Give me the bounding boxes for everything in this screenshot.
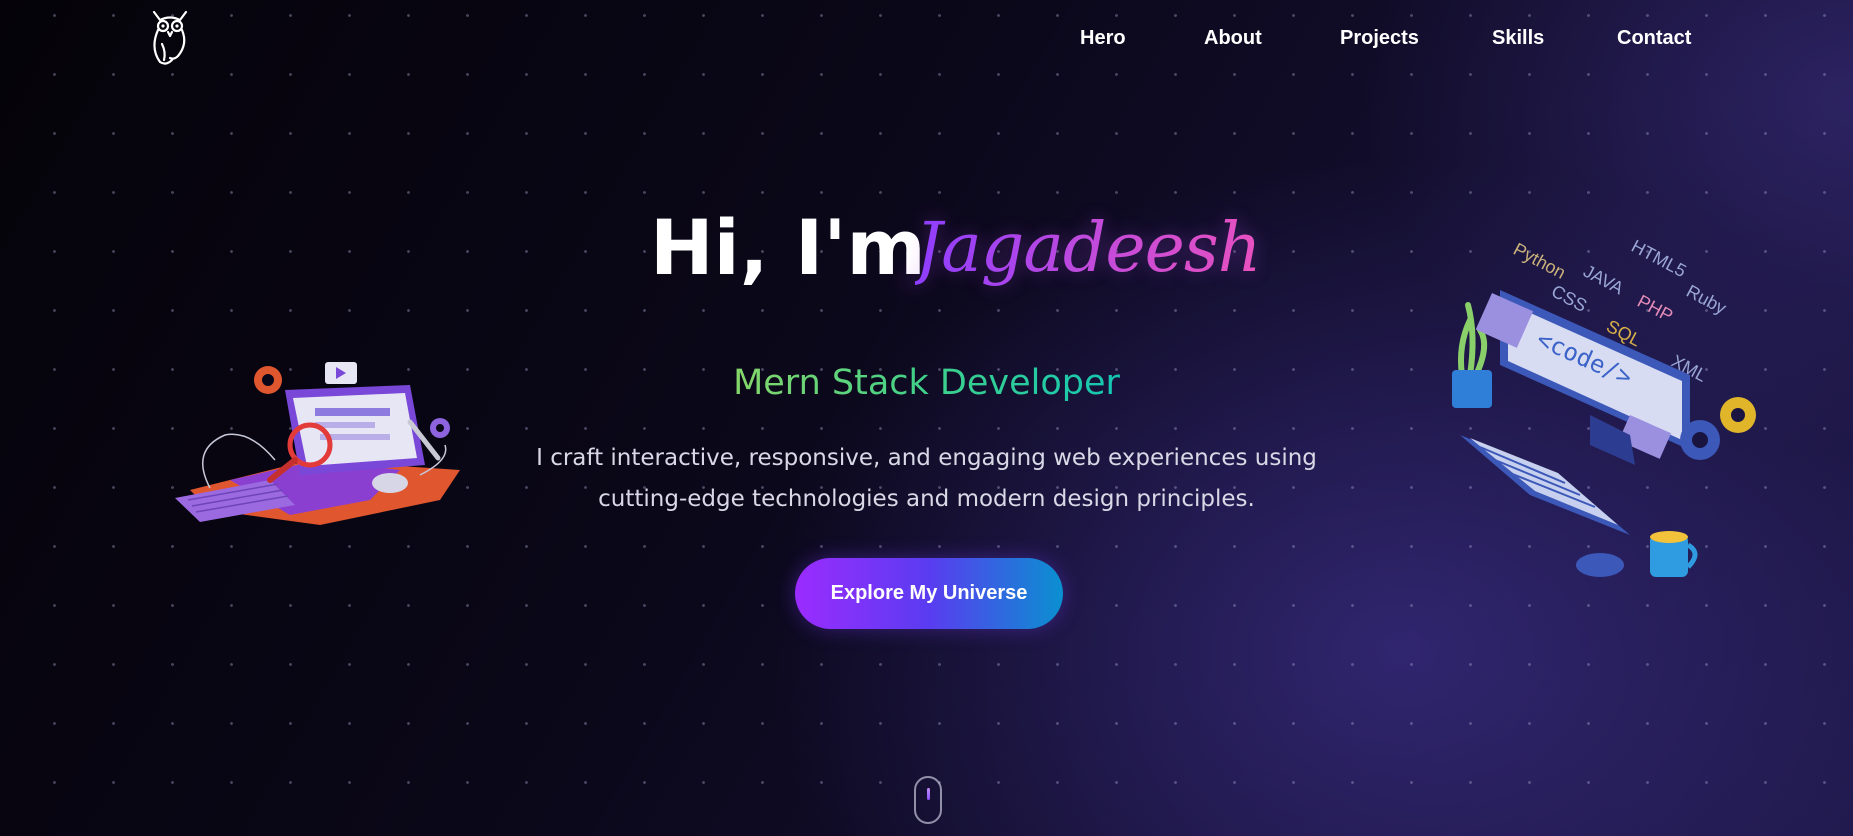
nav-link-contact[interactable]: Contact <box>1617 27 1691 50</box>
lang-php: PHP <box>1634 291 1676 326</box>
mouse-scroll-wheel <box>927 788 930 800</box>
code-computer-illustration: Python JAVA HTML5 CSS PHP Ruby SQL XML <… <box>1452 236 1756 577</box>
lang-html5: HTML5 <box>1628 236 1689 281</box>
owl-logo-icon[interactable] <box>148 8 192 66</box>
lang-css: CSS <box>1548 281 1590 316</box>
lang-python: Python <box>1510 239 1569 283</box>
nav-link-skills[interactable]: Skills <box>1492 27 1544 50</box>
nav-link-projects[interactable]: Projects <box>1340 27 1419 50</box>
hero-description: I craft interactive, responsive, and eng… <box>536 445 1317 512</box>
hero-greeting: Hi, I'm <box>650 203 926 292</box>
lang-java: JAVA <box>1580 261 1627 299</box>
nav-link-hero[interactable]: Hero <box>1080 27 1126 50</box>
developer-workspace-illustration <box>175 362 460 525</box>
hero-role-text: Mern Stack Developer <box>733 363 1120 403</box>
nav-link-about[interactable]: About <box>1204 27 1262 50</box>
explore-universe-button[interactable]: Explore My Universe <box>795 558 1063 629</box>
lang-ruby: Ruby <box>1683 281 1730 318</box>
mouse-scroll-icon[interactable] <box>914 776 942 824</box>
hero-name: Jagadeesh <box>915 209 1262 288</box>
